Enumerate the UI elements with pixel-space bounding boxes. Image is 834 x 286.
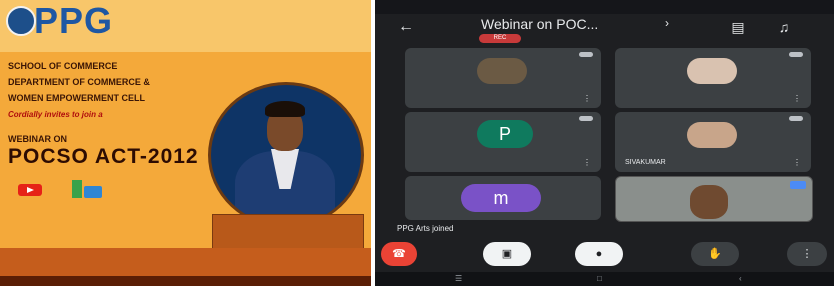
event-title: POCSO ACT-2012 <box>8 145 199 168</box>
speaker-photo <box>208 82 364 228</box>
participant-avatar <box>687 122 737 148</box>
institution-logo: PPG <box>6 0 156 48</box>
self-video-feed[interactable] <box>615 176 813 222</box>
end-call-button[interactable]: ☎ <box>381 242 417 266</box>
webinar-on-label: WEBINAR ON <box>8 134 67 144</box>
status-bar <box>375 0 834 14</box>
logo-text: PPG <box>34 0 114 41</box>
youtube-icon <box>18 184 42 196</box>
meeting-call-screen: ← Webinar on POC... › REC ▤ ♫ ⋮ ⋮ P ⋮ SI… <box>375 0 834 286</box>
recording-badge: REC <box>479 34 521 43</box>
participant-name: SIVAKUMAR <box>625 159 666 166</box>
participant-avatar <box>687 58 737 84</box>
logo-emblem-icon <box>6 6 36 36</box>
mic-icon: ● <box>595 248 603 260</box>
mic-muted-icon: ⋮ <box>793 94 801 103</box>
camera-toggle-button[interactable]: ▣ <box>483 242 531 266</box>
call-top-bar: ← Webinar on POC... › REC ▤ ♫ <box>375 14 834 43</box>
participant-tile[interactable]: SIVAKUMAR ⋮ <box>615 112 811 172</box>
department-block: SCHOOL OF COMMERCE DEPARTMENT OF COMMERC… <box>8 58 213 106</box>
participant-tile[interactable]: m <box>405 176 601 220</box>
back-arrow-icon[interactable]: ← <box>397 18 415 36</box>
dept-line: SCHOOL OF COMMERCE <box>8 61 118 71</box>
nav-home-icon[interactable]: □ <box>597 274 602 283</box>
android-nav-bar: ☰ □ ‹ <box>375 272 834 286</box>
dept-line: WOMEN EMPOWERMENT CELL <box>8 93 145 103</box>
nav-recents-icon[interactable]: ☰ <box>455 274 462 283</box>
participant-tile[interactable]: P ⋮ <box>405 112 601 172</box>
invite-text: Cordially invites to join a <box>8 110 103 119</box>
tile-options-icon[interactable] <box>579 52 593 57</box>
mic-muted-icon: ⋮ <box>583 158 591 167</box>
dept-line: DEPARTMENT OF COMMERCE & <box>8 77 150 87</box>
speaker-box <box>212 214 364 252</box>
tile-options-icon[interactable] <box>579 116 593 121</box>
organizer-footer <box>0 248 371 276</box>
mic-toggle-button[interactable]: ● <box>575 242 623 266</box>
join-toast-text: PPG Arts joined <box>397 224 454 233</box>
join-toast: PPG Arts joined <box>375 222 834 236</box>
raise-hand-button[interactable]: ✋ <box>691 242 739 266</box>
participant-tile[interactable]: ⋮ <box>405 48 601 108</box>
google-meet-icon <box>72 180 102 198</box>
tile-options-icon[interactable] <box>789 52 803 57</box>
participant-avatar <box>477 58 527 84</box>
camera-icon: ▣ <box>501 248 513 260</box>
screenshot-collage: PPG SCHOOL OF COMMERCE DEPARTMENT OF COM… <box>0 0 834 286</box>
more-icon: ⋮ <box>801 248 813 260</box>
chevron-right-icon[interactable]: › <box>665 16 669 30</box>
call-controls: ☎ ▣ ● ✋ ⋮ <box>375 240 834 270</box>
audio-output-icon[interactable]: ♫ <box>773 18 795 36</box>
meeting-title[interactable]: Webinar on POC... <box>481 16 598 32</box>
self-video-face <box>690 185 728 219</box>
participant-avatar: m <box>461 184 541 212</box>
tile-options-icon[interactable] <box>789 116 803 121</box>
participant-tile[interactable]: ⋮ <box>615 48 811 108</box>
mic-muted-icon: ⋮ <box>793 158 801 167</box>
webinar-poster: PPG SCHOOL OF COMMERCE DEPARTMENT OF COM… <box>0 0 371 286</box>
switch-camera-icon[interactable]: ▤ <box>727 18 749 36</box>
mic-muted-icon: ⋮ <box>583 94 591 103</box>
participant-avatar: P <box>477 120 533 148</box>
video-badge-icon <box>790 181 806 189</box>
end-call-icon: ☎ <box>392 248 406 260</box>
social-bar <box>0 276 371 286</box>
nav-back-icon[interactable]: ‹ <box>739 274 742 283</box>
more-options-button[interactable]: ⋮ <box>787 242 827 266</box>
raise-hand-icon: ✋ <box>708 248 722 260</box>
